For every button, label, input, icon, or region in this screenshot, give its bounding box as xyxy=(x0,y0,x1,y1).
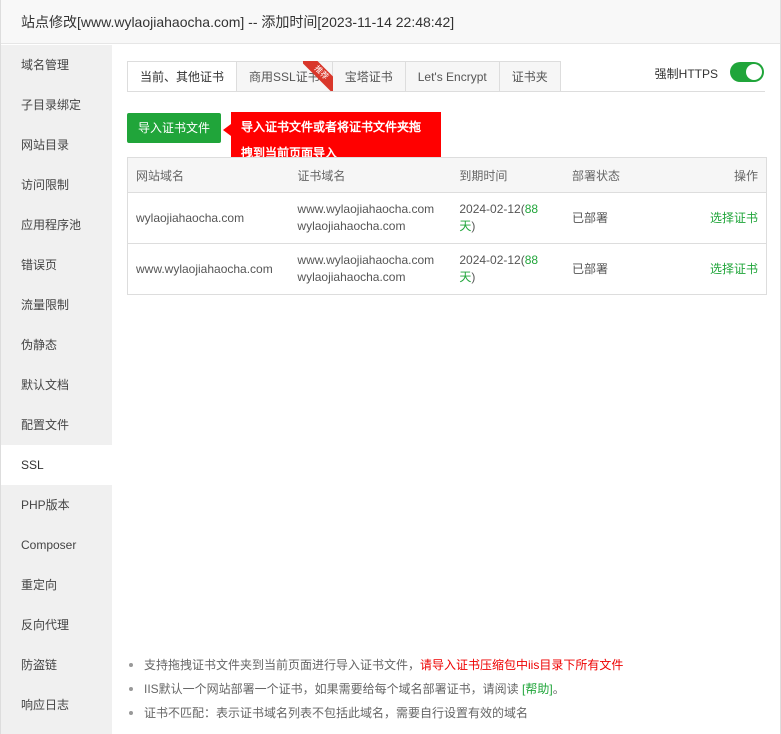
import-cert-button[interactable]: 导入证书文件 xyxy=(127,113,221,143)
header-expire-time: 到期时间 xyxy=(451,157,565,193)
ssl-tabs: 当前、其他证书 商用SSL证书 推荐 宝塔证书 Let's Encrypt 证书… xyxy=(127,61,561,92)
note-text: IIS默认一个网站部署一个证书，如果需要给每个域名部署证书，请阅读 xyxy=(144,682,523,696)
header-operation: 操作 xyxy=(663,157,767,193)
force-https-toggle[interactable] xyxy=(730,62,764,82)
cert-domain-cell: www.wylaojiahaocha.com wylaojiahaocha.co… xyxy=(289,192,452,244)
expire-close: ) xyxy=(471,270,476,284)
sidebar: 域名管理 子目录绑定 网站目录 访问限制 应用程序池 错误页 流量限制 伪静态 … xyxy=(1,45,112,734)
expire-cell: 2024-02-12(88 天) xyxy=(451,192,565,244)
site-settings-dialog: 站点修改[www.wylaojiahaocha.com] -- 添加时间[202… xyxy=(0,0,781,734)
sidebar-item-domain[interactable]: 域名管理 xyxy=(1,45,112,85)
expire-cell: 2024-02-12(88 天) xyxy=(451,244,564,295)
operation-cell: 选择证书 xyxy=(664,244,767,295)
sidebar-item-reverse-proxy[interactable]: 反向代理 xyxy=(1,605,112,645)
tab-lets-encrypt[interactable]: Let's Encrypt xyxy=(405,61,500,92)
day-unit: 天 xyxy=(459,270,472,284)
note-item: IIS默认一个网站部署一个证书，如果需要给每个域名部署证书，请阅读 [帮助]。 xyxy=(127,679,767,703)
sidebar-item-site-dir[interactable]: 网站目录 xyxy=(1,125,112,165)
cert-domain-line: www.wylaojiahaocha.com xyxy=(297,253,435,267)
sidebar-item-hotlink[interactable]: 防盗链 xyxy=(1,645,112,685)
help-link[interactable]: [帮助] xyxy=(522,682,553,696)
sidebar-item-rewrite[interactable]: 伪静态 xyxy=(1,325,112,365)
table-header-row: 网站域名 证书域名 到期时间 部署状态 操作 xyxy=(127,157,767,193)
tab-current-certs[interactable]: 当前、其他证书 xyxy=(127,61,238,92)
site-domain-cell: wylaojiahaocha.com xyxy=(127,192,290,244)
cert-domain-line: wylaojiahaocha.com xyxy=(297,219,406,233)
sidebar-item-composer[interactable]: Composer xyxy=(1,525,112,565)
note-end: 。 xyxy=(552,682,565,696)
sidebar-item-php-version[interactable]: PHP版本 xyxy=(1,485,112,525)
sidebar-item-subdir[interactable]: 子目录绑定 xyxy=(1,85,112,125)
expire-date: 2024-02-12( xyxy=(459,253,525,267)
expire-date: 2024-02-12( xyxy=(459,202,525,216)
force-https-label: 强制HTTPS xyxy=(654,67,718,81)
sidebar-item-response-log[interactable]: 响应日志 xyxy=(1,685,112,725)
tab-cert-folder[interactable]: 证书夹 xyxy=(499,61,561,92)
cert-table: 网站域名 证书域名 到期时间 部署状态 操作 wylaojiahaocha.co… xyxy=(127,157,767,295)
table-row: wylaojiahaocha.com www.wylaojiahaocha.co… xyxy=(127,192,767,244)
note-text: 证书不匹配：表示证书域名列表不包括此域名，需要自行设置有效的域名 xyxy=(144,706,529,720)
select-cert-link[interactable]: 选择证书 xyxy=(710,262,758,276)
days-left: 88 xyxy=(524,253,539,267)
sidebar-item-config-file[interactable]: 配置文件 xyxy=(1,405,112,445)
sidebar-item-access-limit[interactable]: 访问限制 xyxy=(1,165,112,205)
sidebar-item-traffic-limit[interactable]: 流量限制 xyxy=(1,285,112,325)
note-item: 证书不匹配：表示证书域名列表不包括此域名，需要自行设置有效的域名 xyxy=(127,703,767,727)
sidebar-item-app-pool[interactable]: 应用程序池 xyxy=(1,205,112,245)
tab-bt-cert[interactable]: 宝塔证书 xyxy=(332,61,406,92)
recommend-badge: 推荐 xyxy=(302,61,333,91)
tab-commercial-ssl[interactable]: 商用SSL证书 推荐 xyxy=(237,61,333,92)
recommend-ribbon: 推荐 xyxy=(302,61,333,91)
header-site-domain: 网站域名 xyxy=(127,157,290,193)
day-unit: 天 xyxy=(459,219,472,233)
operation-cell: 选择证书 xyxy=(663,192,767,244)
sidebar-item-error-page[interactable]: 错误页 xyxy=(1,245,112,285)
days-left: 88 xyxy=(524,202,539,216)
header-cert-domain: 证书域名 xyxy=(289,157,452,193)
table-row: www.wylaojiahaocha.com www.wylaojiahaoch… xyxy=(128,244,767,295)
tabs-divider xyxy=(127,91,765,92)
cert-domain-line: www.wylaojiahaocha.com xyxy=(297,202,435,216)
dialog-title: 站点修改[www.wylaojiahaocha.com] -- 添加时间[202… xyxy=(1,0,780,44)
tooltip-line-1: 导入证书文件或者将证书文件夹拖 xyxy=(241,120,422,134)
note-item: 支持拖拽证书文件夹到当前页面进行导入证书文件，请导入证书压缩包中iis目录下所有… xyxy=(127,655,767,679)
deploy-status-cell: 已部署 xyxy=(564,192,664,244)
cert-domain-cell: www.wylaojiahaocha.com wylaojiahaocha.co… xyxy=(289,244,451,295)
sidebar-item-ssl[interactable]: SSL xyxy=(1,445,112,485)
deploy-status-cell: 已部署 xyxy=(572,261,609,276)
cert-domain-line: wylaojiahaocha.com xyxy=(297,270,406,284)
sidebar-item-default-doc[interactable]: 默认文档 xyxy=(1,365,112,405)
ssl-panel: 当前、其他证书 商用SSL证书 推荐 宝塔证书 Let's Encrypt 证书… xyxy=(112,45,780,734)
note-text: 支持拖拽证书文件夹到当前页面进行导入证书文件， xyxy=(144,658,421,672)
help-notes: 支持拖拽证书文件夹到当前页面进行导入证书文件，请导入证书压缩包中iis目录下所有… xyxy=(127,655,767,727)
select-cert-link[interactable]: 选择证书 xyxy=(710,211,758,225)
site-domain-cell: www.wylaojiahaocha.com xyxy=(136,261,273,276)
note-warning: 请导入证书压缩包中iis目录下所有文件 xyxy=(420,658,624,672)
sidebar-item-redirect[interactable]: 重定向 xyxy=(1,565,112,605)
header-deploy-status: 部署状态 xyxy=(564,157,664,193)
expire-close: ) xyxy=(471,219,476,233)
